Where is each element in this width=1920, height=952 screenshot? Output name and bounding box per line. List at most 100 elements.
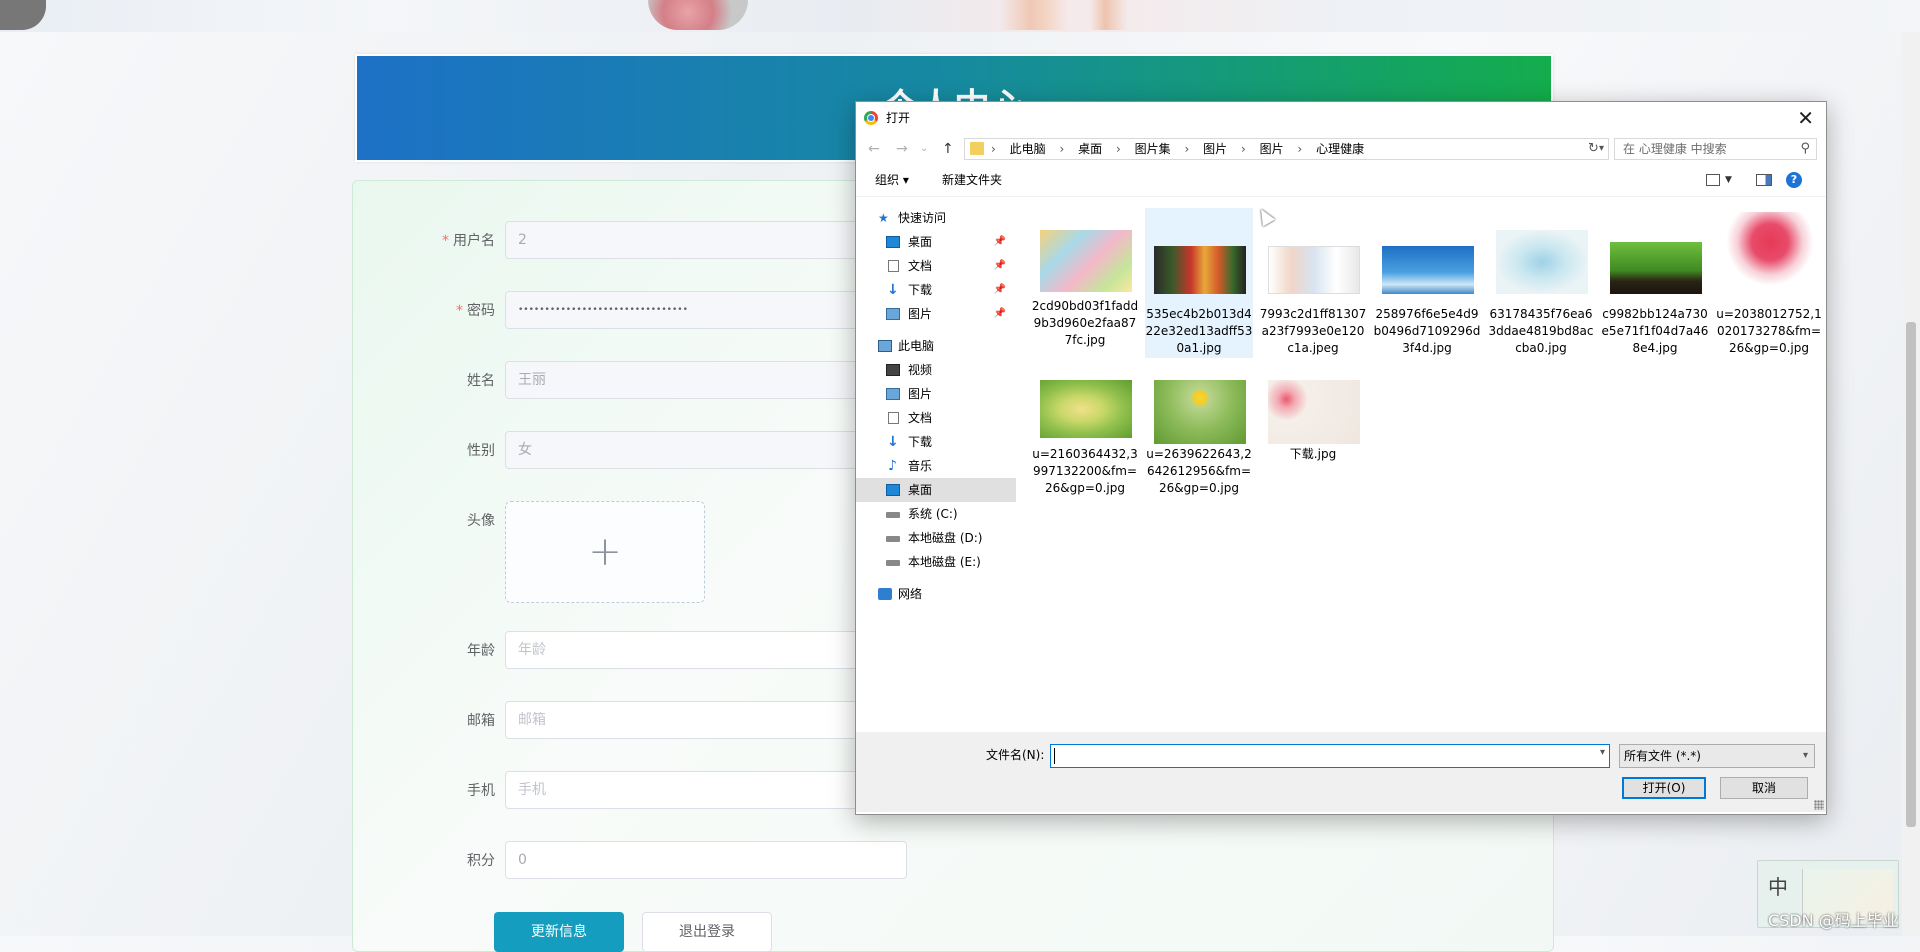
cancel-button[interactable]: 取消 xyxy=(1720,777,1808,799)
file-item[interactable]: 下载.jpg xyxy=(1259,370,1367,461)
sidebar-item-pc-pictures[interactable]: 图片 xyxy=(856,382,1016,406)
close-icon[interactable]: ✕ xyxy=(1797,105,1814,131)
username-label: * 用户名 xyxy=(442,233,495,249)
resize-grip-icon[interactable] xyxy=(1814,800,1824,810)
watermark: CSDN @码上毕业 xyxy=(1768,911,1899,930)
search-icon: ⚲ xyxy=(1800,141,1810,156)
video-icon xyxy=(886,364,900,376)
sidebar-item-pc-desktop[interactable]: 桌面 xyxy=(856,478,1016,502)
dialog-title: 打开 xyxy=(886,111,911,125)
file-thumbnail xyxy=(1268,246,1360,294)
sidebar-item-documents[interactable]: 文档 📌 xyxy=(856,254,1016,278)
file-item[interactable]: u=2160364432,3997132200&fm=26&gp=0.jpg xyxy=(1031,370,1139,520)
sidebar-item-drive-e[interactable]: 本地磁盘 (E:) xyxy=(856,550,1016,574)
refresh-icon[interactable]: ↻ xyxy=(1588,139,1599,159)
sidebar-item-desktop[interactable]: 桌面 📌 xyxy=(856,230,1016,254)
file-item[interactable]: 2cd90bd03f1fadd9b3d960e2faa877fc.jpg xyxy=(1031,208,1139,347)
top-banner xyxy=(0,0,1920,32)
file-item[interactable]: 258976f6e5e4d9b0496d7109296d3f4d.jpg xyxy=(1373,208,1481,355)
file-item[interactable]: 535ec4b2b013d422e32ed13adff530a1.jpg xyxy=(1145,208,1253,358)
breadcrumb-item[interactable]: 心理健康 xyxy=(1316,142,1364,156)
page-scrollbar[interactable] xyxy=(1902,32,1920,936)
chevron-down-icon[interactable]: ▾ xyxy=(1600,747,1605,758)
filetype-select[interactable]: 所有文件 (*.*) ▾ xyxy=(1619,744,1815,768)
form-row-points: 积分 0 xyxy=(353,841,1553,881)
password-label: * 密码 xyxy=(456,303,495,319)
breadcrumb-item[interactable]: 图片 xyxy=(1203,142,1227,156)
file-thumbnail xyxy=(1154,380,1246,444)
breadcrumb-item[interactable]: 图片 xyxy=(1260,142,1284,156)
file-item[interactable]: c9982bb124a730e5e71f1f04d7a468e4.jpg xyxy=(1601,208,1709,355)
recent-locations-icon[interactable]: ⌄ xyxy=(920,139,928,159)
avatar-upload-button[interactable]: + xyxy=(505,501,705,603)
drive-icon xyxy=(886,512,900,518)
banner-decoration-image xyxy=(648,0,748,30)
avatar-label: 头像 xyxy=(467,513,495,529)
name-label: 姓名 xyxy=(467,373,495,389)
file-thumbnail xyxy=(1724,212,1816,298)
breadcrumb: › 此电脑 › 桌面 › 图片集 › 图片 › 图片 › 心理健康 xyxy=(991,142,1365,156)
new-folder-button[interactable]: 新建文件夹 xyxy=(942,164,1002,196)
sidebar-item-pictures[interactable]: 图片 📌 xyxy=(856,302,1016,326)
sidebar-item-this-pc[interactable]: 此电脑 xyxy=(856,334,1016,358)
file-thumbnail xyxy=(1496,230,1588,294)
sidebar-item-pc-downloads[interactable]: ↓ 下载 xyxy=(856,430,1016,454)
banner-avatar-image xyxy=(0,0,46,30)
file-open-dialog: 打开 ✕ ← → ⌄ ↑ › 此电脑 › 桌面 › 图片集 › 图片 › 图片 … xyxy=(855,101,1827,815)
back-arrow-icon[interactable]: ← xyxy=(868,139,880,159)
file-item[interactable]: u=2639622643,2642612956&fm=26&gp=0.jpg xyxy=(1145,370,1253,520)
drive-icon xyxy=(886,560,900,566)
pin-icon: 📌 xyxy=(993,236,1006,247)
sidebar-item-drive-c[interactable]: 系统 (C:) xyxy=(856,502,1016,526)
gender-label: 性别 xyxy=(467,443,495,459)
sidebar-item-network[interactable]: 网络 xyxy=(856,582,1016,606)
view-mode-icon[interactable] xyxy=(1706,174,1720,186)
open-button[interactable]: 打开(O) xyxy=(1622,777,1706,799)
sidebar-item-quick-access[interactable]: ★ 快速访问 xyxy=(856,206,1016,230)
network-icon xyxy=(878,588,892,600)
download-icon: ↓ xyxy=(887,434,899,450)
sidebar-item-pc-documents[interactable]: 文档 xyxy=(856,406,1016,430)
breadcrumb-item[interactable]: 图片集 xyxy=(1135,142,1171,156)
file-thumbnail xyxy=(1040,230,1132,292)
sidebar-item-drive-d[interactable]: 本地磁盘 (D:) xyxy=(856,526,1016,550)
file-item[interactable]: u=2038012752,1020173278&fm=26&gp=0.jpg xyxy=(1715,208,1823,358)
ime-mode-label[interactable]: 中 xyxy=(1768,871,1788,900)
view-dropdown-icon[interactable]: ▼ xyxy=(1725,172,1732,188)
file-list: 2cd90bd03f1fadd9b3d960e2faa877fc.jpg 535… xyxy=(1016,198,1824,718)
file-item[interactable]: 63178435f76ea63ddae4819bd8accba0.jpg xyxy=(1487,208,1595,355)
sidebar-item-downloads[interactable]: ↓ 下载 📌 xyxy=(856,278,1016,302)
music-icon: ♪ xyxy=(888,458,897,474)
help-icon[interactable]: ? xyxy=(1786,172,1802,188)
folder-icon xyxy=(970,142,984,155)
computer-icon xyxy=(878,340,892,352)
filename-label: 文件名(N): xyxy=(986,748,1045,762)
dialog-titlebar[interactable]: 打开 ✕ xyxy=(856,102,1826,134)
sidebar-item-music[interactable]: ♪ 音乐 xyxy=(856,454,1016,478)
points-input[interactable]: 0 xyxy=(505,841,907,879)
file-thumbnail xyxy=(1610,242,1702,294)
chrome-icon xyxy=(864,111,878,125)
organize-button[interactable]: 组织 ▾ xyxy=(875,164,909,196)
filename-input[interactable]: ▾ xyxy=(1050,744,1610,768)
desktop-icon xyxy=(886,484,900,496)
file-item[interactable]: 7993c2d1ff81307a23f7993e0e120c1a.jpeg xyxy=(1259,208,1367,355)
pin-icon: 📌 xyxy=(993,308,1006,319)
chevron-down-icon[interactable]: ▾ xyxy=(1599,139,1604,159)
forward-arrow-icon[interactable]: → xyxy=(896,139,908,159)
update-info-button[interactable]: 更新信息 xyxy=(494,912,624,952)
logout-button[interactable]: 退出登录 xyxy=(642,912,772,952)
address-bar[interactable]: › 此电脑 › 桌面 › 图片集 › 图片 › 图片 › 心理健康 ▾ xyxy=(964,138,1609,160)
text-caret xyxy=(1054,748,1055,764)
breadcrumb-item[interactable]: 此电脑 xyxy=(1010,142,1046,156)
sidebar-item-videos[interactable]: 视频 xyxy=(856,358,1016,382)
search-input[interactable]: 在 心理健康 中搜索 ⚲ xyxy=(1614,138,1817,160)
document-icon xyxy=(888,260,899,272)
up-arrow-icon[interactable]: ↑ xyxy=(942,139,954,159)
pin-icon: 📌 xyxy=(993,284,1006,295)
preview-pane-icon[interactable] xyxy=(1756,174,1772,186)
page-scrollbar-thumb[interactable] xyxy=(1906,322,1916,827)
email-label: 邮箱 xyxy=(467,713,495,729)
breadcrumb-item[interactable]: 桌面 xyxy=(1078,142,1102,156)
file-thumbnail xyxy=(1040,380,1132,438)
